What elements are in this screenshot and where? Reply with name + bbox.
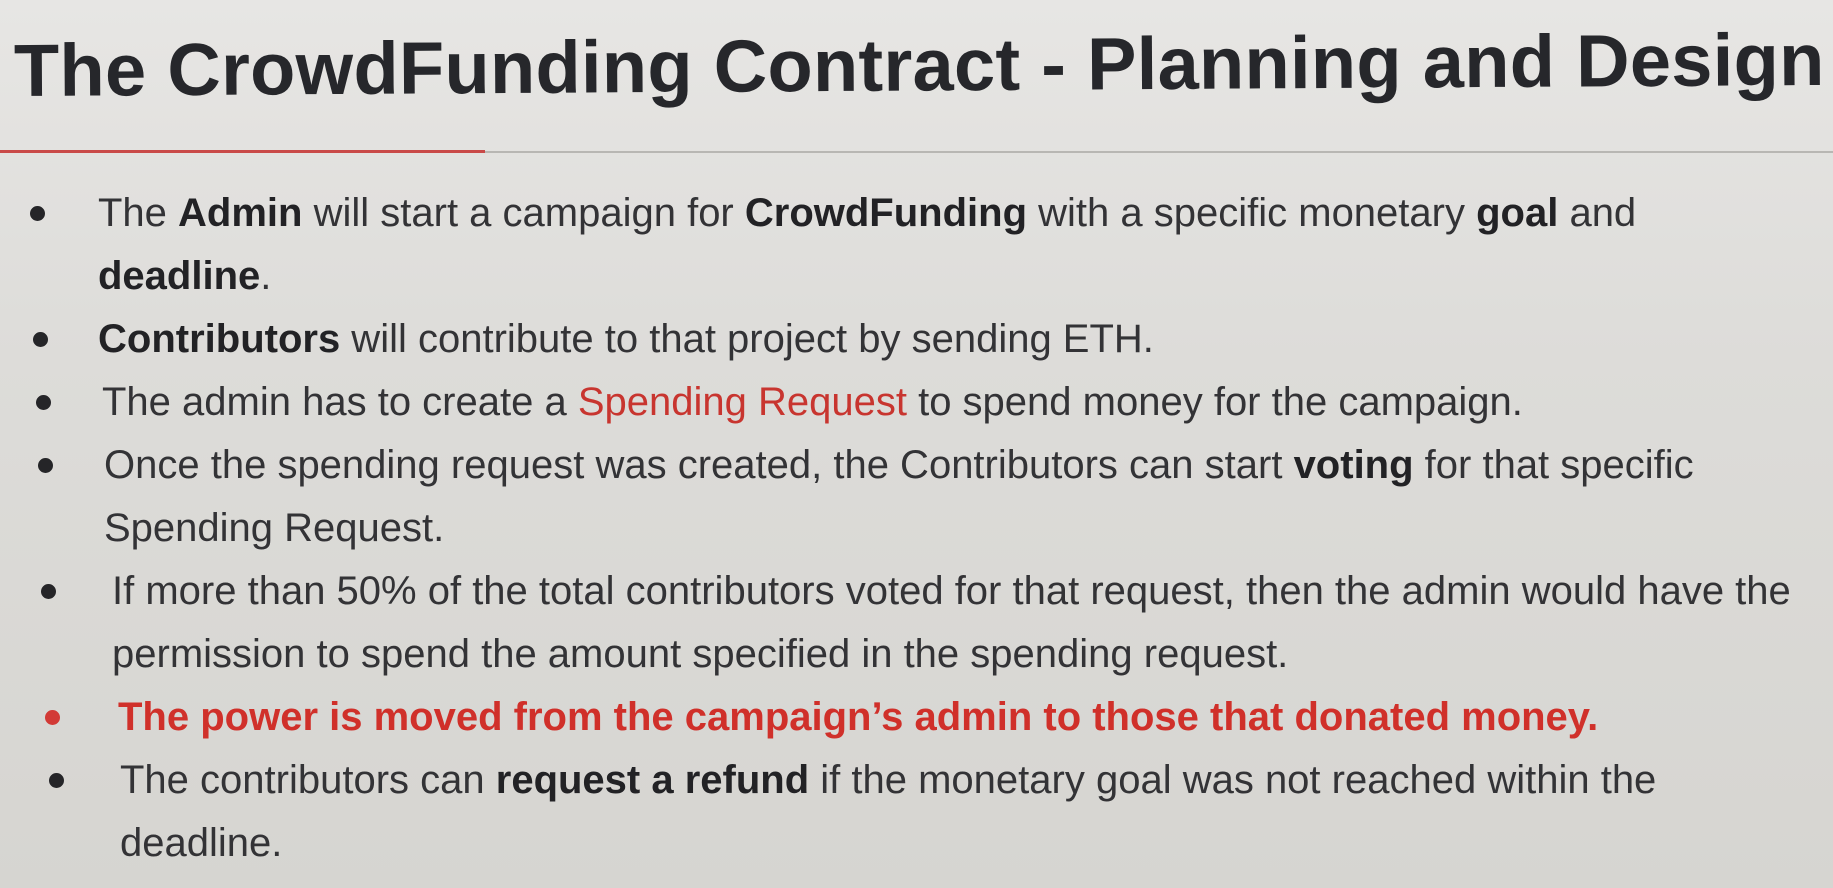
bullet-text: The contributors can [120,758,496,802]
bullet-item: The admin has to create a Spending Reque… [0,371,1833,434]
bullet-text: If more than 50% of the total contributo… [112,569,1791,676]
slide-title: The CrowdFunding Contract - Planning and… [13,17,1825,112]
bullet-text-highlight: Spending Request [577,380,907,424]
bullet-dot-icon [45,710,60,725]
bullet-text-highlight: The power is moved from the campaign’s a… [118,695,1599,739]
bullet-text-bold: deadline [98,254,261,298]
slide: The CrowdFunding Contract - Planning and… [0,0,1833,888]
bullet-text-bold: Contributors [98,317,341,361]
bullet-item: If more than 50% of the total contributo… [0,560,1833,686]
bullet-dot-icon [41,584,56,599]
bullet-dot-icon [36,395,51,410]
bullet-item-highlight: The power is moved from the campaign’s a… [0,686,1833,749]
bullet-text: to spend money for the campaign. [906,380,1523,424]
bullet-dot-icon [33,332,48,347]
bullet-dot-icon [49,773,64,788]
bullet-dot-icon [38,458,53,473]
bullet-text-bold: CrowdFunding [744,191,1028,235]
bullet-item: Contributors will contribute to that pro… [0,308,1833,371]
bullet-text: Once the spending request was created, t… [104,443,1294,487]
bullet-text-bold: request a refund [495,758,810,802]
bullet-dot-icon [30,206,45,221]
bullet-text-bold: voting [1293,443,1414,487]
bullet-text: and [1558,191,1637,235]
bullet-item: The Admin will start a campaign for Crow… [0,182,1833,308]
bullet-item: The contributors can request a refund if… [0,749,1833,875]
bullet-text: . [260,254,272,298]
bullet-text: will start a campaign for [302,191,745,235]
bullet-text: will contribute to that project by sendi… [340,317,1154,361]
bullet-item: Once the spending request was created, t… [0,434,1833,560]
bullet-text: The [98,191,179,235]
bullet-text-bold: Admin [178,191,303,235]
bullet-list: The Admin will start a campaign for Crow… [0,182,1833,875]
bullet-text-bold: goal [1476,191,1559,235]
bullet-text: The admin has to create a [102,380,578,424]
title-divider-accent [0,150,485,153]
bullet-text: with a specific monetary [1027,191,1477,235]
